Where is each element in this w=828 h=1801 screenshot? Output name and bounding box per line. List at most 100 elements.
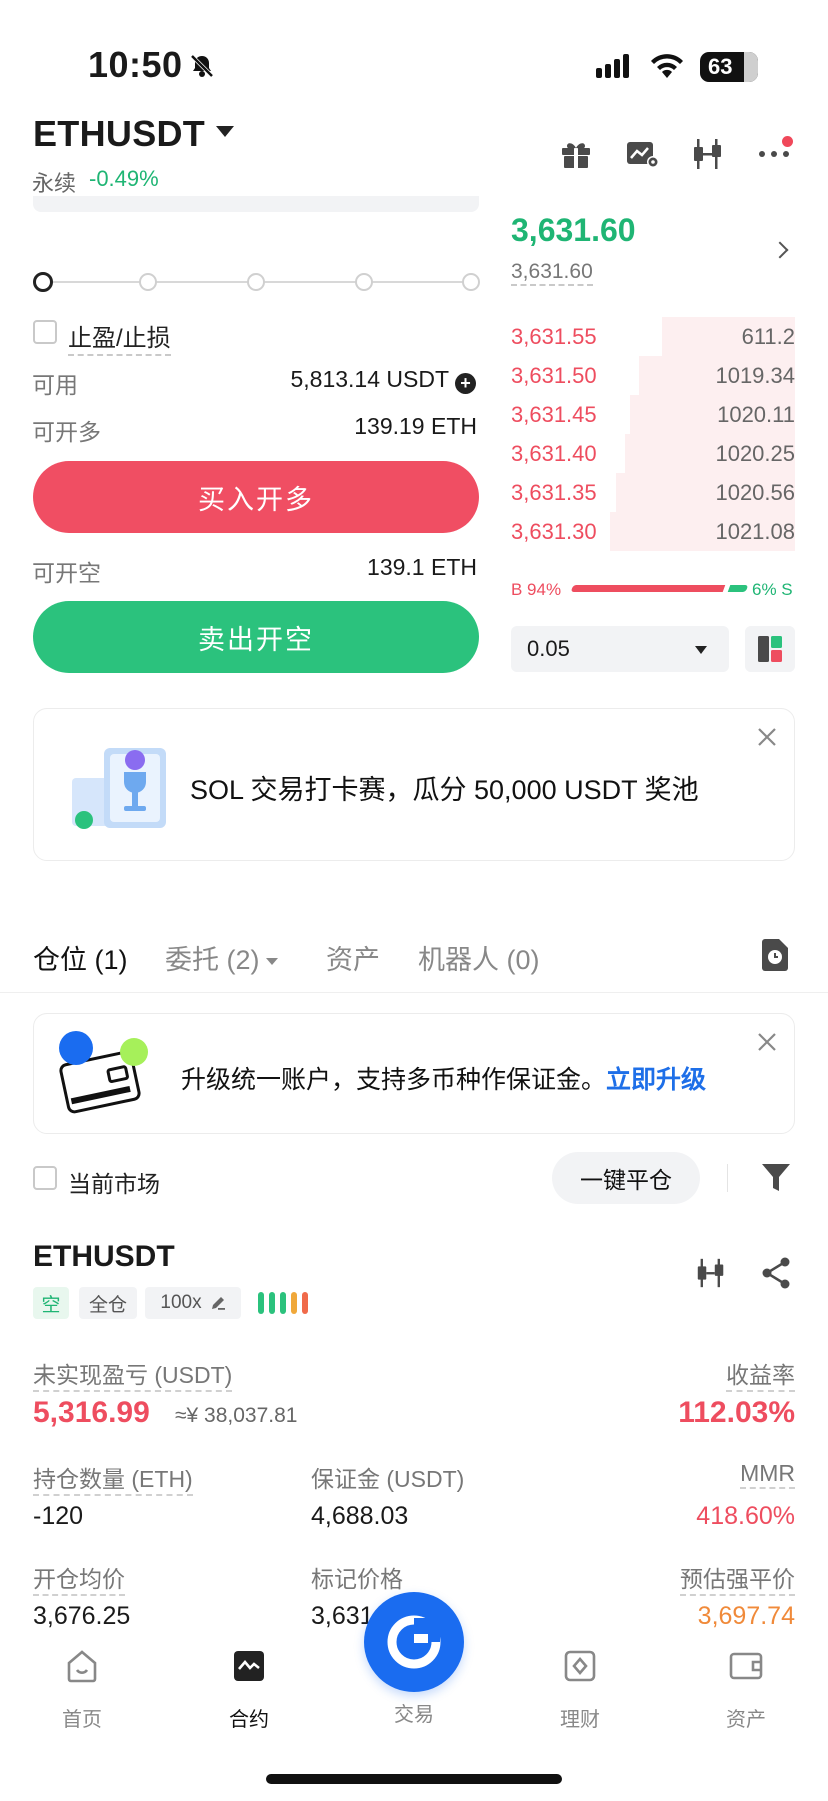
tabs-divider [0, 992, 828, 993]
trophy-illustration-icon [72, 748, 166, 829]
candlestick-icon[interactable] [690, 136, 726, 172]
edit-pencil-icon [211, 1297, 225, 1310]
size-label[interactable]: 持仓数量 (ETH) [33, 1460, 193, 1496]
close-upgrade-icon[interactable] [756, 1031, 778, 1053]
add-funds-icon[interactable]: + [455, 373, 476, 394]
battery-indicator: 63 [700, 52, 758, 82]
status-time: 10:50 [88, 44, 183, 85]
ask-quantity: 1019.34 [715, 363, 795, 388]
history-document-icon[interactable] [760, 938, 790, 972]
notification-dot [782, 136, 793, 147]
tab-assets[interactable]: 资产 [326, 938, 380, 977]
upgrade-message: 升级统一账户，支持多币种作保证金。立即升级 [181, 1060, 706, 1096]
layout-toggle-icon[interactable] [745, 626, 795, 672]
roe-label[interactable]: 收益率 [726, 1356, 795, 1392]
slider-knob-0[interactable] [33, 272, 53, 292]
can-open-short-label: 可开空 [32, 560, 101, 586]
nav-earn-label: 理财 [560, 1709, 600, 1731]
liq-price-label[interactable]: 预估强平价 [680, 1560, 795, 1596]
pair-dropdown-icon[interactable] [216, 126, 234, 137]
unrealized-pnl-label[interactable]: 未实现盈亏 (USDT) [33, 1356, 233, 1392]
orderbook-ask-row[interactable]: 3,631.40 1020.25 [511, 434, 795, 473]
ask-price: 3,631.45 [511, 402, 597, 427]
orderbook-ask-row[interactable]: 3,631.30 1021.08 [511, 512, 795, 551]
slider-knob-100[interactable] [462, 273, 480, 291]
nav-home-label: 首页 [62, 1709, 102, 1731]
nav-home[interactable]: 首页 [22, 1648, 142, 1732]
buy-ratio: B 94% [511, 580, 562, 599]
caret-down-icon [265, 958, 278, 965]
sell-short-button[interactable]: 卖出开空 [33, 601, 479, 673]
liq-price-value: 3,697.74 [697, 1602, 795, 1630]
available-label: 可用 [32, 372, 78, 398]
nav-assets-label: 资产 [726, 1709, 766, 1731]
nav-assets[interactable]: 资产 [686, 1648, 806, 1732]
ask-quantity: 1020.25 [715, 441, 795, 466]
current-market-checkbox[interactable] [33, 1166, 57, 1190]
leverage-tag[interactable]: 100x [145, 1287, 241, 1319]
mmr-label[interactable]: MMR [740, 1460, 795, 1489]
ask-quantity: 1020.11 [717, 402, 795, 427]
trade-fab-button[interactable] [364, 1592, 464, 1692]
tab-orders[interactable]: 委托 (2) [165, 938, 278, 977]
ask-price: 3,631.50 [511, 363, 597, 388]
close-banner-icon[interactable] [756, 726, 778, 748]
filter-separator [727, 1164, 728, 1192]
upgrade-now-link[interactable]: 立即升级 [606, 1066, 706, 1094]
caret-down-icon[interactable] [695, 646, 707, 654]
contract-type: 永续 [32, 171, 77, 196]
battery-level: 63 [708, 54, 733, 79]
promo-banner-text[interactable]: SOL 交易打卡赛，瓜分 50,000 USDT 奖池 [190, 768, 699, 807]
nav-earn[interactable]: 理财 [520, 1648, 640, 1732]
tab-positions[interactable]: 仓位 (1) [33, 938, 128, 977]
mark-price: 3,631.60 [511, 260, 593, 286]
risk-level-bar [269, 1292, 275, 1314]
risk-level-bar [280, 1292, 286, 1314]
order-type-strip[interactable] [33, 196, 479, 212]
filter-icon[interactable] [761, 1162, 791, 1194]
margin-label: 保证金 (USDT) [311, 1466, 465, 1492]
candlestick-icon[interactable] [694, 1256, 728, 1290]
slider-knob-25[interactable] [139, 273, 157, 291]
can-open-long-label: 可开多 [32, 419, 101, 445]
ask-quantity: 1020.56 [715, 480, 795, 505]
sell-ratio-bar [727, 585, 749, 592]
nav-trade-label: 交易 [394, 1704, 434, 1726]
tab-orders-label: 委托 (2) [165, 945, 260, 975]
slider-knob-75[interactable] [355, 273, 373, 291]
risk-level-bar [291, 1292, 297, 1314]
size-value: -120 [33, 1502, 84, 1530]
orderbook-ask-row[interactable]: 3,631.35 1020.56 [511, 473, 795, 512]
buy-long-button[interactable]: 买入开多 [33, 461, 479, 533]
share-icon[interactable] [760, 1256, 792, 1290]
risk-level-bar [302, 1292, 308, 1314]
position-pair[interactable]: ETHUSDT [33, 1240, 175, 1274]
pair-title[interactable]: ETHUSDT [33, 113, 205, 155]
ask-quantity: 1021.08 [715, 519, 795, 544]
price-change: -0.49% [89, 166, 159, 191]
available-amount: 5,813.14 USDT [290, 366, 449, 392]
can-open-short-value: 139.1 ETH [367, 554, 477, 580]
margin-mode-tag: 全仓 [79, 1287, 137, 1319]
entry-price-label[interactable]: 开仓均价 [33, 1560, 125, 1596]
can-open-long-value: 139.19 ETH [354, 413, 477, 439]
close-all-button[interactable]: 一键平仓 [552, 1152, 700, 1204]
orderbook-ask-row[interactable]: 3,631.45 1020.11 [511, 395, 795, 434]
tp-sl-checkbox[interactable] [33, 320, 57, 344]
tab-bots[interactable]: 机器人 (0) [418, 938, 540, 977]
tp-sl-label[interactable]: 止盈/止损 [68, 318, 171, 356]
entry-price-value: 3,676.25 [33, 1602, 131, 1630]
futures-icon [234, 1651, 264, 1681]
sell-ratio: 6% S [752, 580, 793, 599]
nav-futures[interactable]: 合约 [189, 1648, 309, 1732]
gift-icon[interactable] [558, 136, 594, 172]
current-market-label[interactable]: 当前市场 [68, 1165, 160, 1199]
mark-price-label: 标记价格 [311, 1566, 403, 1592]
chart-settings-icon[interactable] [624, 136, 660, 172]
orderbook-ask-row[interactable]: 3,631.50 1019.34 [511, 356, 795, 395]
chevron-right-icon[interactable] [771, 241, 789, 259]
nav-futures-label: 合约 [229, 1709, 269, 1731]
orderbook-ask-row[interactable]: 3,631.55 611.2 [511, 317, 795, 356]
slider-knob-50[interactable] [247, 273, 265, 291]
signal-icon [596, 54, 629, 78]
